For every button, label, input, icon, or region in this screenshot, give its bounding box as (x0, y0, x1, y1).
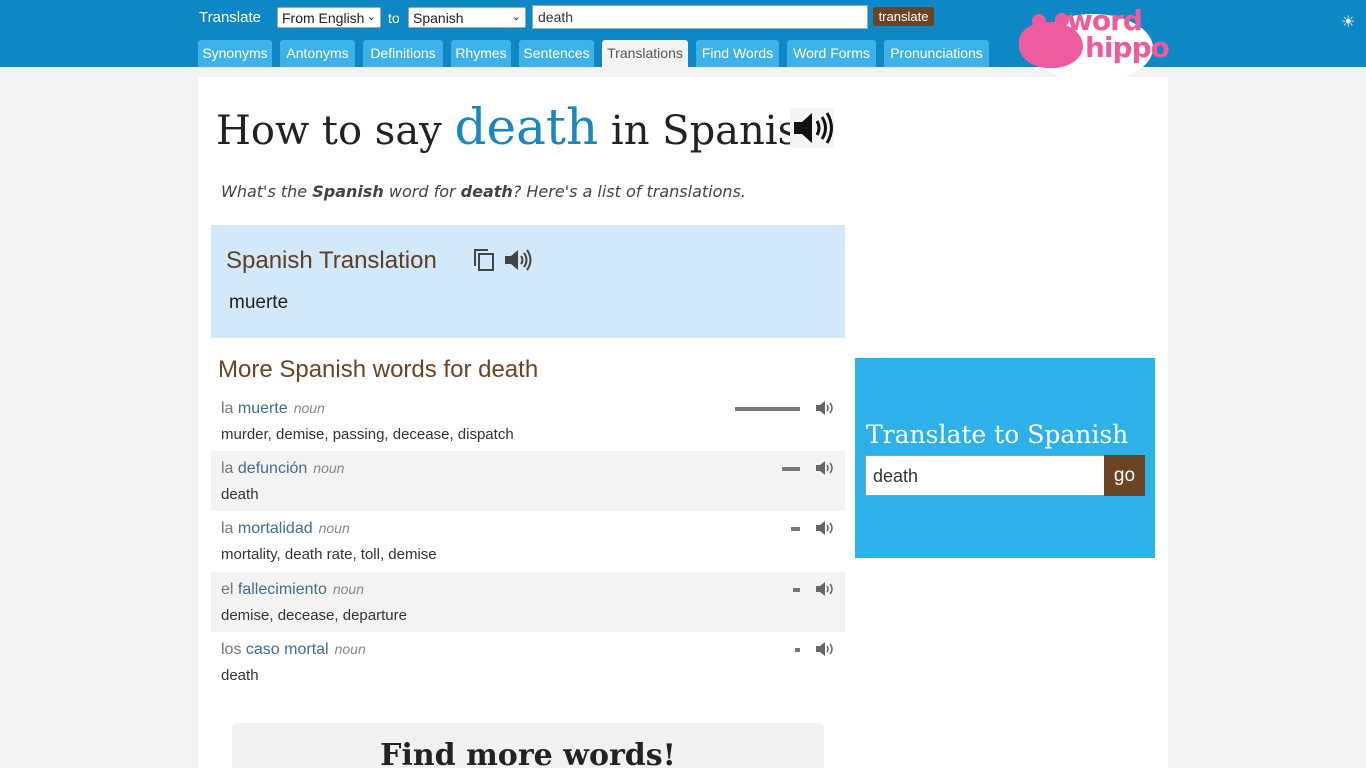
frequency-bar (735, 407, 800, 411)
wordhippo-logo[interactable]: word hippo (1015, 4, 1170, 82)
frequency-bar (791, 527, 800, 531)
tab-synonyms[interactable]: Synonyms (198, 40, 272, 67)
page-subtitle: What's the Spanish word for death? Here'… (221, 182, 746, 201)
to-language-select[interactable]: Spanish ⌄ (408, 7, 526, 28)
word-entry: la muerte noun (221, 400, 325, 418)
widget-title: Translate to Spanish (866, 420, 1129, 449)
article: la (221, 460, 234, 477)
widget-search-input[interactable]: death (865, 455, 1105, 496)
speaker-icon[interactable] (815, 400, 835, 416)
article: la (221, 520, 234, 537)
synonym-list[interactable]: murder, demise, passing, decease, dispat… (221, 426, 514, 443)
speaker-icon[interactable] (815, 460, 835, 476)
tab-word-forms[interactable]: Word Forms (787, 40, 876, 67)
part-of-speech: noun (313, 460, 345, 476)
title-prefix: How to say (216, 108, 442, 154)
word-entry: el fallecimiento noun (221, 581, 364, 599)
word-entry: la mortalidad noun (221, 520, 350, 538)
word-entry: la defunción noun (221, 460, 344, 478)
synonym-list[interactable]: death (221, 667, 259, 684)
synonym-list[interactable]: mortality, death rate, toll, demise (221, 546, 437, 563)
word-link[interactable]: muerte (238, 400, 288, 417)
speaker-icon[interactable] (815, 520, 835, 536)
more-words-title: More Spanish words for death (218, 356, 539, 383)
article: los (221, 641, 242, 658)
part-of-speech: noun (332, 581, 364, 597)
speaker-icon[interactable] (815, 641, 835, 657)
list-item: el fallecimiento noun demise, decease, de… (211, 572, 845, 632)
header-search-input[interactable]: death (532, 5, 868, 29)
part-of-speech: noun (334, 641, 366, 657)
tab-antonyms[interactable]: Antonyms (280, 40, 355, 67)
tab-translations[interactable]: Translations (602, 40, 688, 67)
translation-word[interactable]: muerte (229, 292, 288, 314)
subtitle-language: Spanish (312, 182, 384, 201)
list-item: los caso mortal noun death (211, 632, 845, 692)
page-title: How to say death in Spanish (216, 98, 824, 156)
word-entry: los caso mortal noun (221, 641, 366, 659)
article: la (221, 400, 234, 417)
list-item: la mortalidad noun mortality, death rate,… (211, 511, 845, 571)
subtitle-word: death (460, 182, 513, 201)
find-more-box: Find more words! (232, 723, 824, 768)
tab-pronunciations[interactable]: Pronunciations (884, 40, 989, 67)
translate-button[interactable]: translate (873, 7, 934, 26)
frequency-bar (793, 588, 800, 592)
frequency-bar (782, 467, 800, 471)
tab-sentences[interactable]: Sentences (519, 40, 594, 67)
list-item: la muerte noun murder, demise, passing, d… (211, 391, 845, 451)
tab-definitions[interactable]: Definitions (363, 40, 443, 67)
translate-label: Translate (199, 9, 261, 26)
subtitle-part: ? Here's a list of translations. (512, 182, 746, 201)
translate-widget: Translate to Spanish death go (855, 358, 1155, 558)
title-keyword: death (454, 98, 599, 156)
logo-text-bottom: hippo (1085, 31, 1170, 64)
part-of-speech: noun (318, 520, 350, 536)
speaker-icon[interactable] (503, 248, 533, 272)
part-of-speech: noun (293, 400, 325, 416)
tab-find-words[interactable]: Find Words (696, 40, 779, 67)
go-button[interactable]: go (1104, 455, 1145, 496)
word-link[interactable]: defunción (238, 460, 307, 477)
find-more-title: Find more words! (380, 738, 676, 768)
translation-box: Spanish Translation muerte (211, 225, 845, 338)
chevron-down-icon: ⌄ (511, 11, 521, 23)
subtitle-part: word for (388, 182, 456, 201)
theme-toggle-icon[interactable]: ☀ (1341, 12, 1355, 32)
chevron-down-icon: ⌄ (366, 11, 376, 23)
to-language-value: Spanish (413, 10, 464, 26)
to-label: to (388, 10, 400, 26)
copy-icon[interactable] (473, 248, 495, 272)
word-link[interactable]: caso mortal (246, 641, 329, 658)
word-link[interactable]: fallecimiento (238, 581, 327, 598)
translation-title: Spanish Translation (226, 247, 437, 274)
article: el (221, 581, 234, 598)
speaker-icon[interactable] (790, 108, 834, 148)
from-language-value: From English (282, 10, 365, 26)
synonym-list[interactable]: death (221, 486, 259, 503)
list-item: la defunción noun death (211, 451, 845, 511)
tab-rhymes[interactable]: Rhymes (451, 40, 511, 67)
subtitle-part: What's the (221, 182, 308, 201)
speaker-icon[interactable] (815, 581, 835, 597)
frequency-bar (795, 648, 800, 652)
word-link[interactable]: mortalidad (238, 520, 313, 537)
from-language-select[interactable]: From English ⌄ (277, 7, 381, 28)
synonym-list[interactable]: demise, decease, departure (221, 607, 407, 624)
